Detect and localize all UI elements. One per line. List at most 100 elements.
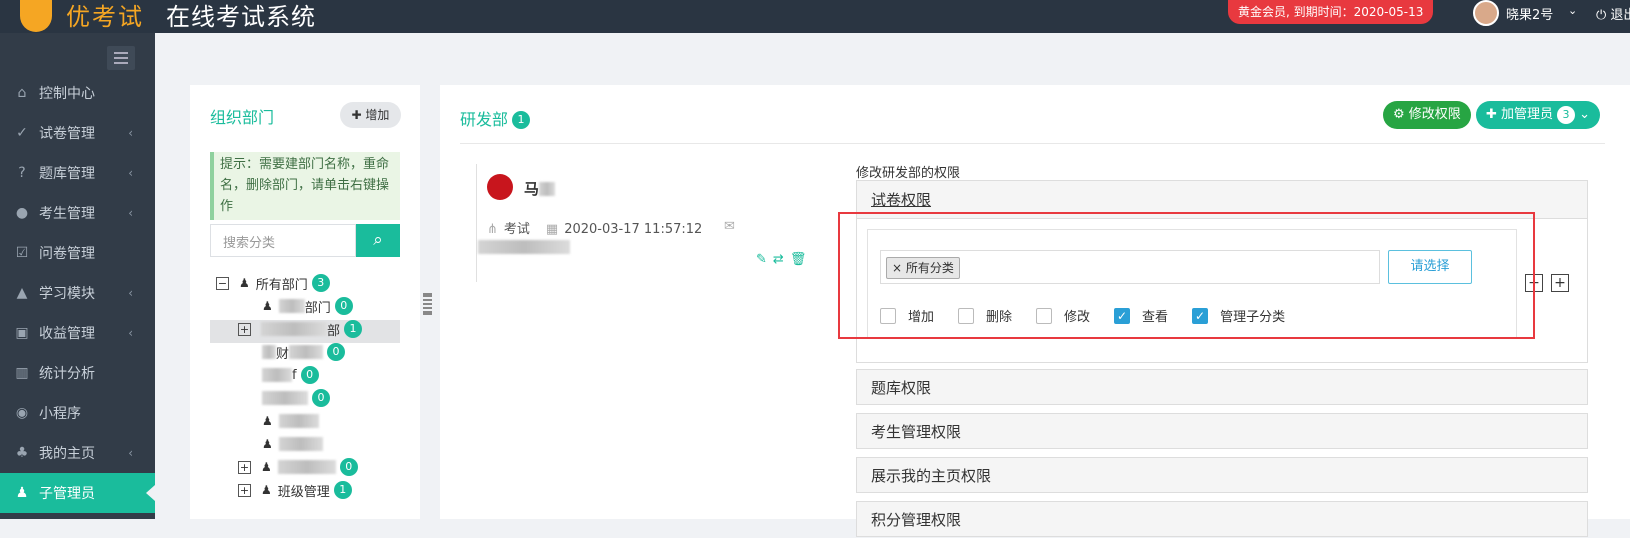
- department-name: 研发部: [460, 110, 509, 129]
- add-row-icon[interactable]: +: [1551, 274, 1569, 292]
- trash-icon[interactable]: 🗑: [790, 252, 813, 267]
- top-bar: 优考试 在线考试系统 黄金会员, 到期时间：2020-05-13 晓果2号 ⌄ …: [0, 0, 1630, 33]
- sidebar-item-label: 问卷管理: [39, 246, 95, 262]
- redacted-text: [289, 345, 324, 359]
- sidebar-item-sub-admins[interactable]: ♟ 子管理员: [0, 473, 155, 513]
- check-circle-icon: ✓: [16, 125, 28, 141]
- accordion-question-bank-permissions[interactable]: 题库权限: [856, 369, 1588, 405]
- tree-node[interactable]: + ♟ 0: [238, 456, 358, 478]
- tree-node[interactable]: + ♟ 班级管理 1: [238, 479, 352, 501]
- tree-node[interactable]: f0: [262, 364, 319, 386]
- redacted-text: [261, 322, 327, 336]
- add-department-button[interactable]: ✚ 增加: [340, 102, 401, 128]
- member-role: 考试: [503, 222, 530, 237]
- sidebar-item-label: 学习模块: [39, 286, 95, 302]
- redacted-text: [262, 368, 292, 382]
- sidebar-item-mini-program[interactable]: ◉ 小程序: [0, 393, 155, 433]
- add-department-label: 增加: [365, 108, 390, 122]
- collapse-icon[interactable]: −: [216, 276, 229, 290]
- search-icon: ⌕: [373, 230, 383, 250]
- sidebar-item-label: 我的主页: [39, 446, 95, 462]
- tree-node-count: 0: [339, 458, 358, 476]
- accordion-title: 题库权限: [871, 379, 932, 397]
- gear-icon: ⚙: [1393, 107, 1409, 122]
- sidebar-item-homepage[interactable]: ♣ 我的主页 ‹: [0, 433, 155, 473]
- tree-node[interactable]: 0: [262, 387, 330, 409]
- redacted-email: [478, 240, 570, 254]
- sidebar-item-label: 统计分析: [39, 366, 95, 382]
- sitemap-icon: ⋔: [487, 222, 498, 237]
- logo-text: 优考试: [66, 3, 144, 31]
- chevron-left-icon: ‹: [128, 126, 133, 140]
- add-admin-button[interactable]: ✚ 加管理员 3 ⌄: [1476, 101, 1601, 129]
- member-date: 2020-03-17 11:57:12: [564, 222, 703, 237]
- redacted-text: [278, 414, 319, 428]
- tree-node-label: 部门: [304, 300, 331, 316]
- tree-node-count: 3: [311, 274, 330, 292]
- expand-icon[interactable]: +: [238, 460, 251, 474]
- admin-count-badge: 3: [1557, 106, 1576, 124]
- expand-icon[interactable]: +: [238, 322, 251, 336]
- org-panel-title: 组织部门: [210, 108, 275, 127]
- tree-node-count: 1: [344, 320, 363, 338]
- tree-node-count: 0: [334, 297, 353, 315]
- tree-node-count: 0: [327, 343, 346, 361]
- sidebar-toggle-button[interactable]: [107, 46, 135, 70]
- tree-node[interactable]: ♟: [262, 410, 319, 432]
- envelope-icon: ✉: [724, 219, 735, 234]
- tree-node[interactable]: + 部 1: [238, 318, 363, 340]
- sidebar-item-learning[interactable]: ▲ 学习模块 ‹: [0, 273, 155, 313]
- modify-permissions-button[interactable]: ⚙ 修改权限: [1383, 101, 1471, 129]
- transfer-icon[interactable]: ⇄: [773, 252, 790, 267]
- sidebar-item-papers[interactable]: ✓ 试卷管理 ‹: [0, 113, 155, 153]
- accordion-title: 积分管理权限: [871, 511, 962, 529]
- accordion-homepage-permissions[interactable]: 展示我的主页权限: [856, 457, 1588, 493]
- sidebar-item-question-bank[interactable]: ? 题库管理 ‹: [0, 153, 155, 193]
- active-indicator: [146, 485, 155, 501]
- search-button[interactable]: ⌕: [356, 224, 400, 257]
- logout-label: 退出: [1610, 8, 1630, 23]
- department-title: 研发部 1: [460, 106, 531, 130]
- user-avatar[interactable]: [1473, 0, 1499, 26]
- member-name-text: 马: [524, 180, 540, 198]
- edit-icon[interactable]: ✎: [756, 252, 773, 267]
- accordion-student-permissions[interactable]: 考生管理权限: [856, 413, 1588, 449]
- expand-icon[interactable]: +: [238, 483, 251, 497]
- checkbox-icon: ☑: [15, 245, 29, 261]
- panel-splitter-handle[interactable]: [423, 293, 432, 315]
- sidebar-item-label: 题库管理: [39, 166, 95, 182]
- tree-node-label: 部: [327, 323, 341, 339]
- sidebar-item-dashboard[interactable]: ⌂ 控制中心: [0, 73, 155, 113]
- redacted-text: [262, 345, 276, 359]
- chevron-left-icon: ‹: [128, 446, 133, 460]
- sidebar-item-statistics[interactable]: ▥ 统计分析: [0, 353, 155, 393]
- tree-node-count: 0: [312, 389, 330, 407]
- user-icon: ♟: [261, 460, 272, 474]
- member-actions: ✎⇄🗑: [756, 252, 812, 267]
- highlight-frame: [838, 212, 1535, 339]
- sidebar-item-revenue[interactable]: ▣ 收益管理 ‹: [0, 313, 155, 353]
- tree-node[interactable]: ♟: [262, 433, 323, 455]
- sidebar-item-label: 试卷管理: [39, 126, 95, 142]
- accordion-title: 考生管理权限: [871, 423, 962, 441]
- tree-node[interactable]: ♟ 部门 0: [262, 295, 353, 317]
- sidebar-item-label: 收益管理: [39, 326, 95, 342]
- sidebar-item-label: 控制中心: [39, 86, 95, 102]
- tree-node[interactable]: 财0: [262, 341, 346, 363]
- money-icon: ▣: [15, 325, 29, 341]
- tree-node-label: 财: [276, 346, 290, 362]
- chevron-down-icon[interactable]: ⌄: [1568, 4, 1577, 17]
- user-name[interactable]: 晓果2号: [1506, 4, 1553, 23]
- tree-node[interactable]: − ♟ 所有部门 3: [216, 272, 330, 294]
- sidebar-item-surveys[interactable]: ☑ 问卷管理: [0, 233, 155, 273]
- member-name: 马: [524, 178, 556, 199]
- sidebar-item-students[interactable]: ● 考生管理 ‹: [0, 193, 155, 233]
- user-icon: ♟: [262, 414, 273, 428]
- plus-icon: ✚: [351, 108, 366, 122]
- accordion-points-permissions[interactable]: 积分管理权限: [856, 501, 1588, 537]
- logout-button[interactable]: ⏻ 退出: [1596, 4, 1630, 23]
- member-meta: ⋔ 考试 ▦ 2020-03-17 11:57:12: [487, 218, 702, 237]
- redacted-text: [278, 437, 323, 451]
- search-input[interactable]: 搜索分类: [210, 224, 356, 257]
- redacted-text: [277, 460, 336, 474]
